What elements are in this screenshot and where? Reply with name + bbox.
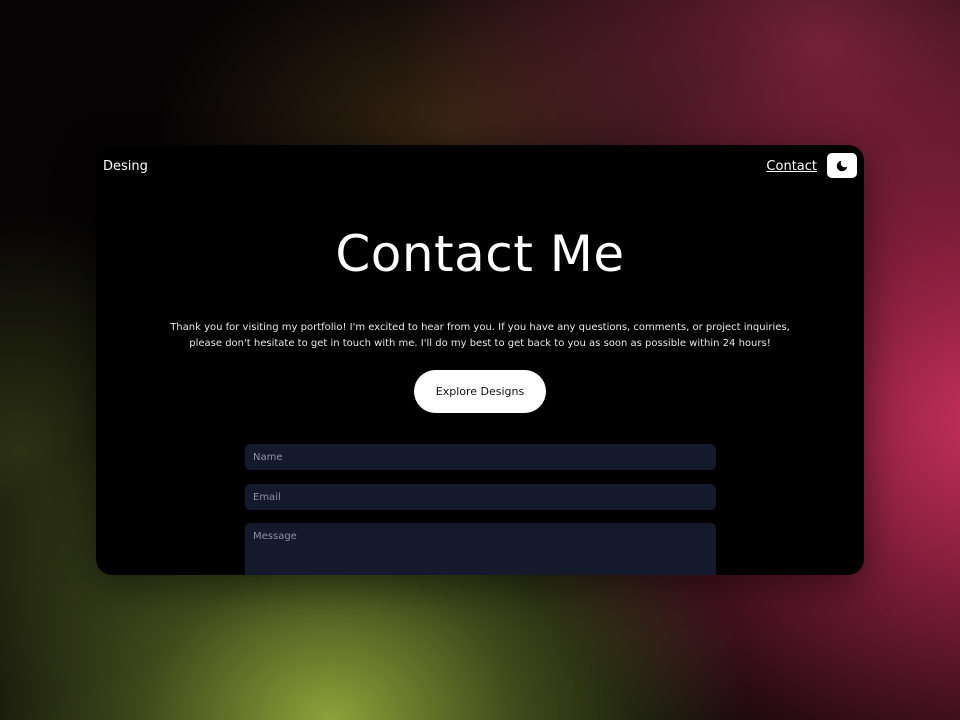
browser-window: Desing Contact Contact Me Thank you for … — [96, 145, 864, 575]
page-title: Contact Me — [335, 225, 625, 283]
brand-link[interactable]: Desing — [103, 159, 148, 174]
moon-icon — [836, 160, 848, 171]
message-textarea[interactable] — [245, 523, 716, 575]
intro-text: Thank you for visiting my portfolio! I'm… — [170, 322, 790, 349]
explore-designs-button[interactable]: Explore Designs — [414, 370, 546, 413]
theme-toggle-button[interactable] — [827, 153, 857, 178]
contact-link[interactable]: Contact — [766, 159, 817, 174]
email-input[interactable] — [245, 484, 716, 510]
name-input[interactable] — [245, 444, 716, 470]
